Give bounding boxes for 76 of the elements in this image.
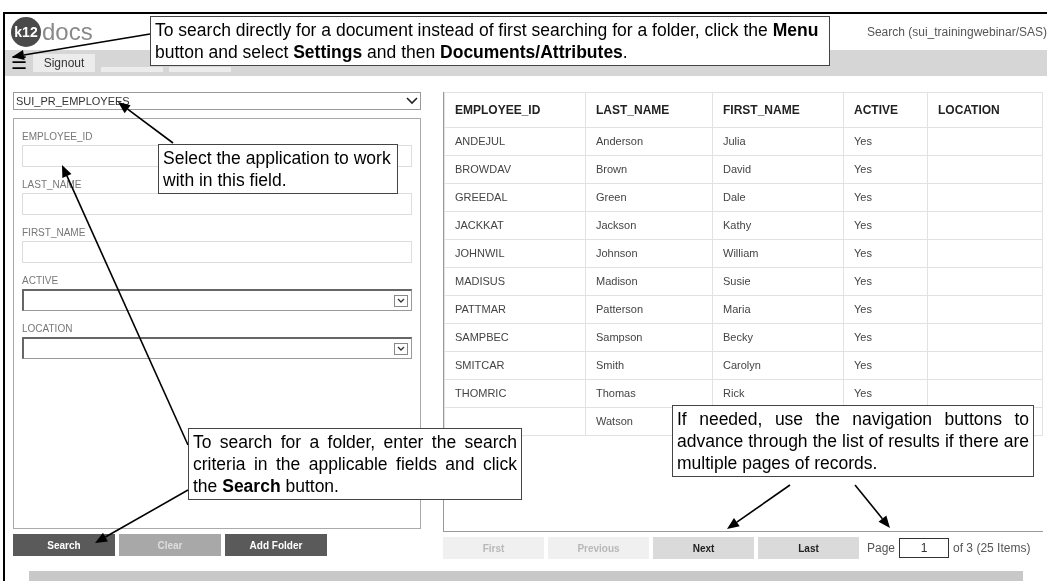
form-button[interactable]: Add Folder	[225, 534, 327, 556]
toolbar-button[interactable]	[169, 67, 231, 72]
dropdown-field[interactable]	[22, 337, 412, 359]
table-cell: SAMPBEC	[455, 331, 509, 344]
table-cell: PATTMAR	[455, 303, 506, 316]
table-cell: SMITCAR	[455, 359, 505, 372]
table-cell: Watson	[596, 415, 633, 428]
toolbar-button[interactable]	[101, 67, 163, 72]
page-number-field[interactable]: 1	[899, 538, 950, 558]
callout-arrow	[854, 484, 890, 528]
table-cell: BROWDAV	[455, 163, 512, 176]
pager-button[interactable]: Next	[653, 537, 754, 559]
table-cell: Yes	[854, 219, 872, 232]
table-cell: Brown	[596, 163, 628, 176]
table-cell: William	[723, 247, 759, 260]
chevron-down-icon	[406, 97, 418, 105]
column-header[interactable]: LOCATION	[927, 92, 1043, 128]
table-cell: Yes	[854, 387, 872, 400]
table-cell: JOHNWIL	[455, 247, 505, 260]
table-cell: Yes	[854, 359, 872, 372]
field-label: FIRST_NAME	[22, 226, 86, 239]
toolbar-button[interactable]: Signout	[33, 54, 95, 72]
table-cell: Yes	[854, 303, 872, 316]
table-cell: MADISUS	[455, 275, 506, 288]
table-cell: Green	[596, 191, 627, 204]
table-cell: Susie	[723, 275, 751, 288]
table-cell: Maria	[723, 303, 751, 316]
table-cell: David	[723, 163, 752, 176]
table-cell: Kathy	[723, 219, 752, 232]
table-cell: Yes	[854, 247, 872, 260]
page-label: Page	[867, 540, 896, 557]
dropdown-field[interactable]	[22, 289, 412, 311]
table-cell: Dale	[723, 191, 746, 204]
table-cell: Yes	[854, 275, 872, 288]
table-cell: Madison	[596, 275, 638, 288]
table-cell: Patterson	[596, 303, 644, 316]
table-cell: Sampson	[596, 331, 643, 344]
table-cell: Anderson	[596, 135, 644, 148]
search-scope-label: Search (sui_trainingwebinar/SAS)	[866, 24, 1047, 41]
table-cell: Yes	[854, 331, 872, 344]
table-cell: Becky	[723, 331, 753, 344]
table-cell: Julia	[723, 135, 746, 148]
callout-tooltip: If needed, use the navigation buttons to advance through the list of results if there are multiple pages of records.	[672, 405, 1034, 477]
page-total-label: of 3 (25 Items)	[953, 540, 1031, 557]
table-cell: ANDEJUL	[455, 135, 506, 148]
horizontal-scrollbar[interactable]	[29, 571, 1023, 581]
logo-badge: k12	[11, 17, 41, 47]
table-cell: JACKKAT	[455, 219, 504, 232]
table-cell: Yes	[854, 191, 872, 204]
column-header[interactable]: FIRST_NAME	[712, 92, 844, 128]
table-cell: Rick	[723, 387, 745, 400]
table-cell: THOMRIC	[455, 387, 507, 400]
field-label: ACTIVE	[22, 274, 59, 287]
table-cell: Yes	[854, 135, 872, 148]
table-cell: Carolyn	[723, 359, 761, 372]
form-button[interactable]: Search	[13, 534, 115, 556]
callout-tooltip: To search for a folder, enter the search criteria in the applicable fields and click the Search button.	[188, 428, 522, 500]
field-label: LOCATION	[22, 322, 73, 335]
table-cell: Jackson	[596, 219, 637, 232]
column-header[interactable]: LAST_NAME	[585, 92, 713, 128]
logo-text: docs	[42, 20, 93, 44]
table-cell: Thomas	[596, 387, 636, 400]
callout-tooltip: Select the application to work with in this field.	[158, 144, 398, 194]
table-cell: Johnson	[596, 247, 638, 260]
column-header[interactable]: ACTIVE	[843, 92, 928, 128]
pager-button[interactable]: Last	[758, 537, 859, 559]
callout-arrow	[727, 484, 791, 529]
application-select-value: SUI_PR_EMPLOYEES	[16, 93, 130, 109]
column-header[interactable]: EMPLOYEE_ID	[444, 92, 586, 128]
callout-tooltip: To search directly for a document instead of first searching for a folder, click the Menu button and select Settings and then Documents/Attributes.	[150, 16, 830, 66]
input-field[interactable]	[22, 241, 412, 263]
table-cell: Yes	[854, 163, 872, 176]
field-label: EMPLOYEE_ID	[22, 130, 93, 143]
application-select[interactable]: SUI_PR_EMPLOYEES	[13, 92, 421, 110]
table-cell: Smith	[596, 359, 625, 372]
table-cell: GREEDAL	[455, 191, 508, 204]
